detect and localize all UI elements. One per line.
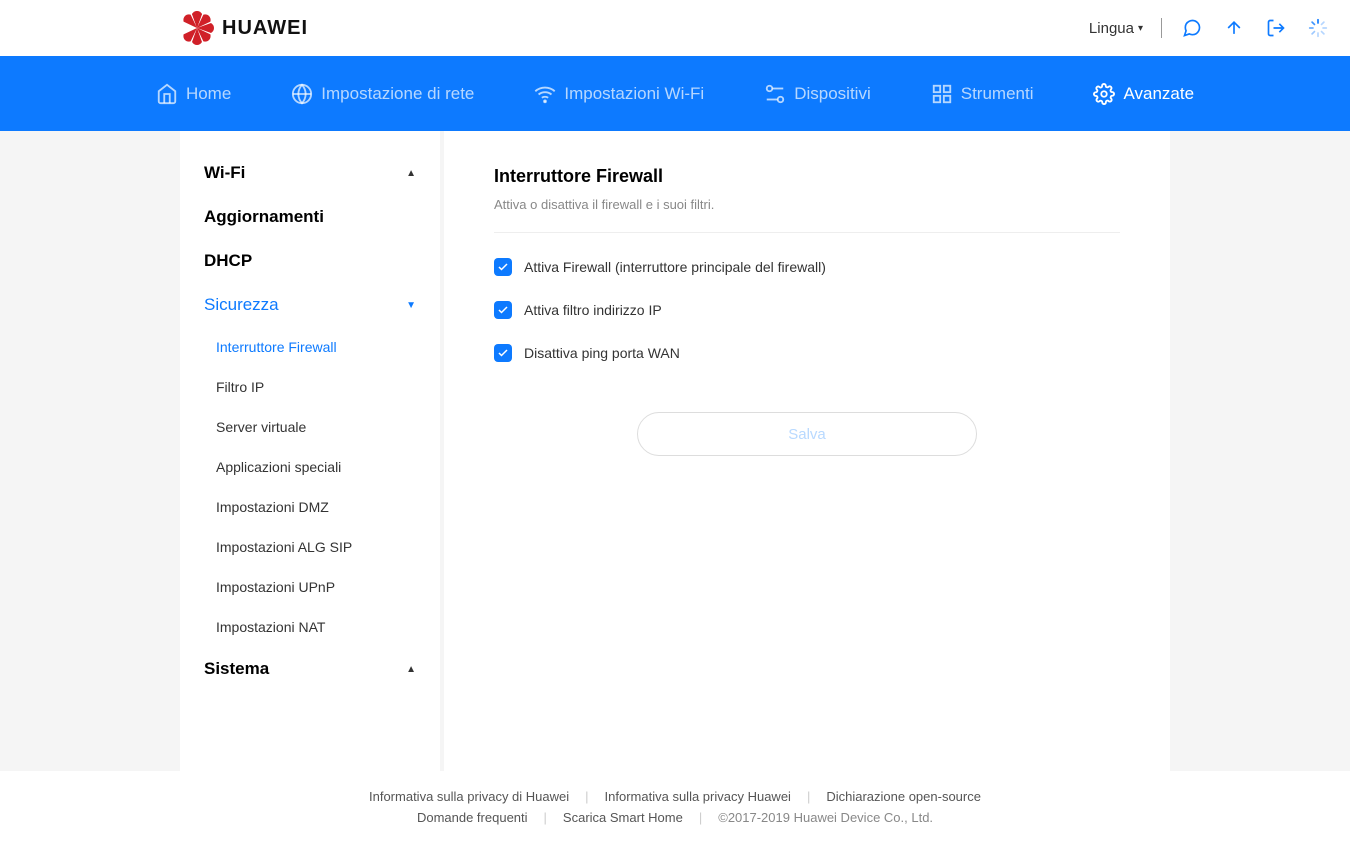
top-header: HUAWEI Lingua ▾ (0, 0, 1350, 56)
chevron-down-icon: ▼ (406, 300, 416, 311)
devices-icon (764, 83, 786, 105)
content-area: Wi-Fi ▲ Aggiornamenti DHCP Sicurezza ▼ I… (0, 131, 1350, 771)
nav-wifi[interactable]: Impostazioni Wi-Fi (534, 83, 704, 105)
footer-link-privacy-2[interactable]: Informativa sulla privacy Huawei (605, 789, 791, 804)
separator: | (544, 810, 547, 825)
save-button[interactable]: Salva (637, 412, 977, 456)
checkbox-label: Disattiva ping porta WAN (524, 345, 680, 361)
sidebar-item-label: DHCP (204, 251, 252, 271)
sidebar-item-label: Sicurezza (204, 295, 279, 315)
globe-icon (291, 83, 313, 105)
logout-icon[interactable] (1264, 16, 1288, 40)
separator: | (807, 789, 810, 804)
sidebar-sub-nat[interactable]: Impostazioni NAT (180, 607, 440, 647)
sidebar-sub-virtual-server[interactable]: Server virtuale (180, 407, 440, 447)
nav-tools-label: Strumenti (961, 84, 1034, 104)
upload-icon[interactable] (1222, 16, 1246, 40)
panel-description: Attiva o disattiva il firewall e i suoi … (494, 197, 1120, 233)
nav-advanced[interactable]: Avanzate (1093, 83, 1194, 105)
checkbox-input[interactable] (494, 344, 512, 362)
loading-spinner-icon (1306, 16, 1330, 40)
sidebar-item-wifi[interactable]: Wi-Fi ▲ (180, 151, 440, 195)
sidebar-sub-firewall-switch[interactable]: Interruttore Firewall (180, 327, 440, 367)
main-panel: Interruttore Firewall Attiva o disattiva… (444, 131, 1170, 771)
caret-down-icon: ▾ (1138, 23, 1143, 34)
wifi-icon (534, 83, 556, 105)
grid-icon (931, 83, 953, 105)
chevron-up-icon: ▲ (406, 664, 416, 675)
sidebar-item-security[interactable]: Sicurezza ▼ (180, 283, 440, 327)
checkbox-label: Attiva filtro indirizzo IP (524, 302, 662, 318)
copyright-text: ©2017-2019 Huawei Device Co., Ltd. (718, 810, 933, 825)
footer-link-privacy-1[interactable]: Informativa sulla privacy di Huawei (369, 789, 569, 804)
sidebar-sub-special-apps[interactable]: Applicazioni speciali (180, 447, 440, 487)
sidebar: Wi-Fi ▲ Aggiornamenti DHCP Sicurezza ▼ I… (180, 131, 440, 771)
checkbox-input[interactable] (494, 258, 512, 276)
nav-network-label: Impostazione di rete (321, 84, 474, 104)
chevron-up-icon: ▲ (406, 168, 416, 179)
checkbox-input[interactable] (494, 301, 512, 319)
footer-link-opensource[interactable]: Dichiarazione open-source (826, 789, 981, 804)
nav-home-label: Home (186, 84, 231, 104)
footer-link-download[interactable]: Scarica Smart Home (563, 810, 683, 825)
nav-tools[interactable]: Strumenti (931, 83, 1034, 105)
nav-network[interactable]: Impostazione di rete (291, 83, 474, 105)
sidebar-item-system[interactable]: Sistema ▲ (180, 647, 440, 691)
brand-name: HUAWEI (222, 17, 308, 40)
nav-advanced-label: Avanzate (1123, 84, 1194, 104)
checkbox-enable-firewall[interactable]: Attiva Firewall (interruttore principale… (494, 258, 1120, 276)
sidebar-sub-dmz[interactable]: Impostazioni DMZ (180, 487, 440, 527)
sidebar-item-updates[interactable]: Aggiornamenti (180, 195, 440, 239)
separator: | (699, 810, 702, 825)
gear-icon (1093, 83, 1115, 105)
nav-devices[interactable]: Dispositivi (764, 83, 871, 105)
sidebar-sub-alg-sip[interactable]: Impostazioni ALG SIP (180, 527, 440, 567)
nav-home[interactable]: Home (156, 83, 231, 105)
language-dropdown[interactable]: Lingua ▾ (1089, 20, 1143, 37)
chat-icon[interactable] (1180, 16, 1204, 40)
vertical-divider (1161, 18, 1162, 38)
footer-link-faq[interactable]: Domande frequenti (417, 810, 528, 825)
home-icon (156, 83, 178, 105)
huawei-logo-icon (180, 11, 214, 45)
separator: | (585, 789, 588, 804)
panel-title: Interruttore Firewall (494, 166, 1120, 187)
main-navbar: Home Impostazione di rete Impostazioni W… (0, 56, 1350, 131)
checkbox-label: Attiva Firewall (interruttore principale… (524, 259, 826, 275)
checkbox-enable-ip-filter[interactable]: Attiva filtro indirizzo IP (494, 301, 1120, 319)
nav-devices-label: Dispositivi (794, 84, 871, 104)
brand-logo: HUAWEI (180, 11, 308, 45)
footer: Informativa sulla privacy di Huawei | In… (0, 771, 1350, 849)
nav-wifi-label: Impostazioni Wi-Fi (564, 84, 704, 104)
sidebar-sub-ip-filter[interactable]: Filtro IP (180, 367, 440, 407)
sidebar-item-label: Sistema (204, 659, 269, 679)
sidebar-item-dhcp[interactable]: DHCP (180, 239, 440, 283)
checkbox-disable-wan-ping[interactable]: Disattiva ping porta WAN (494, 344, 1120, 362)
language-label: Lingua (1089, 20, 1134, 37)
sidebar-item-label: Wi-Fi (204, 163, 245, 183)
sidebar-item-label: Aggiornamenti (204, 207, 324, 227)
sidebar-sub-upnp[interactable]: Impostazioni UPnP (180, 567, 440, 607)
